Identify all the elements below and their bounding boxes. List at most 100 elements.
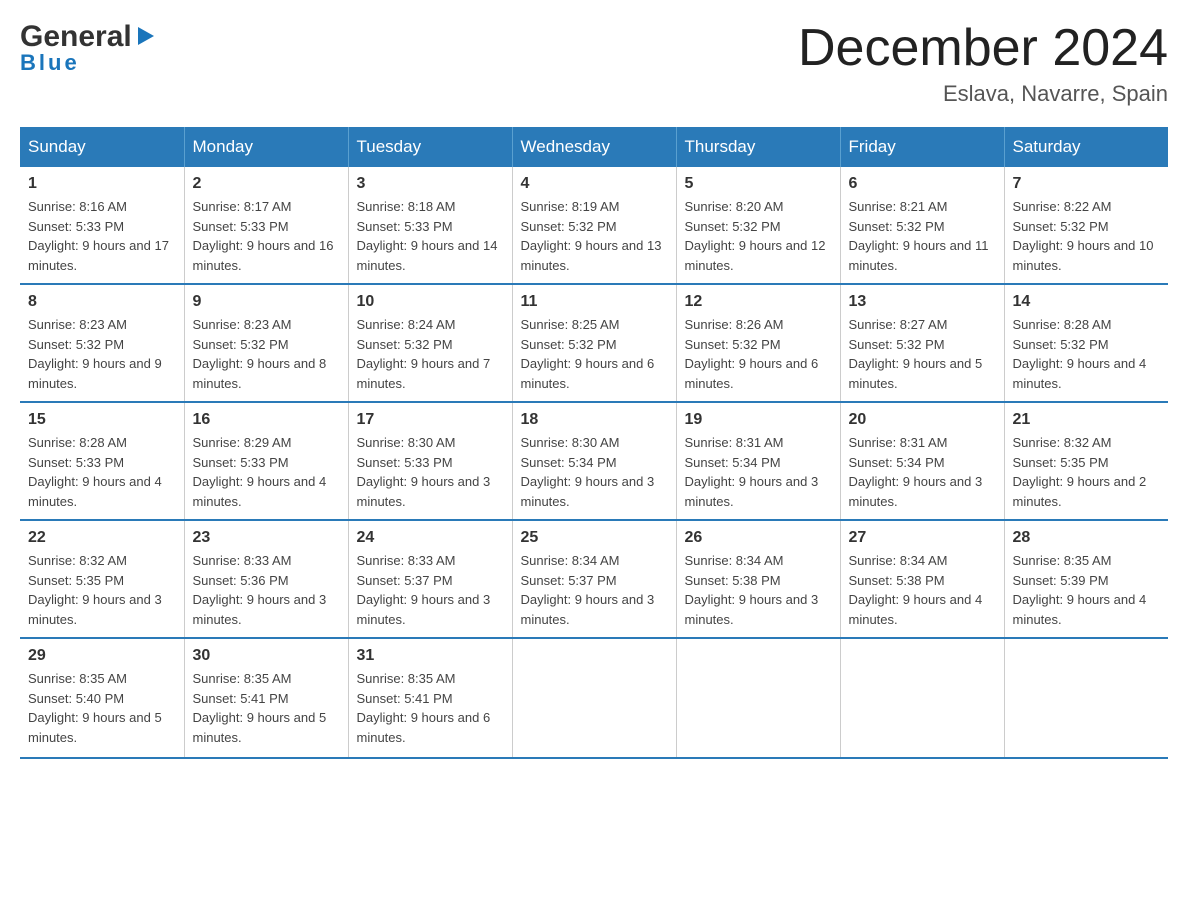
day-info: Sunrise: 8:30 AMSunset: 5:33 PMDaylight:… (357, 433, 504, 511)
calendar-cell: 25 Sunrise: 8:34 AMSunset: 5:37 PMDayligh… (512, 520, 676, 638)
day-number: 5 (685, 175, 832, 193)
day-number: 10 (357, 293, 504, 311)
calendar-cell (1004, 638, 1168, 758)
calendar-cell: 20 Sunrise: 8:31 AMSunset: 5:34 PMDayligh… (840, 402, 1004, 520)
page-title: December 2024 (798, 20, 1168, 77)
header-row: SundayMondayTuesdayWednesdayThursdayFrid… (20, 127, 1168, 167)
title-block: December 2024 Eslava, Navarre, Spain (798, 20, 1168, 107)
day-number: 16 (193, 411, 340, 429)
calendar-cell (840, 638, 1004, 758)
day-number: 2 (193, 175, 340, 193)
day-number: 4 (521, 175, 668, 193)
calendar-cell (512, 638, 676, 758)
calendar-cell: 10 Sunrise: 8:24 AMSunset: 5:32 PMDayligh… (348, 284, 512, 402)
logo-arrow-icon (134, 25, 156, 52)
day-number: 24 (357, 529, 504, 547)
day-info: Sunrise: 8:28 AMSunset: 5:32 PMDaylight:… (1013, 315, 1161, 393)
week-row-3: 15Sunrise: 8:28 AMSunset: 5:33 PMDayligh… (20, 402, 1168, 520)
day-number: 27 (849, 529, 996, 547)
day-info: Sunrise: 8:23 AMSunset: 5:32 PMDaylight:… (193, 315, 340, 393)
calendar-cell: 22 Sunrise: 8:32 AMSunset: 5:35 PMDayligh… (20, 520, 184, 638)
header-day-wednesday: Wednesday (512, 127, 676, 167)
calendar-cell: 30Sunrise: 8:35 AMSunset: 5:41 PMDayligh… (184, 638, 348, 758)
calendar-cell: 23 Sunrise: 8:33 AMSunset: 5:36 PMDayligh… (184, 520, 348, 638)
day-number: 6 (849, 175, 996, 193)
day-info: Sunrise: 8:31 AMSunset: 5:34 PMDaylight:… (849, 433, 996, 511)
calendar-body: 1Sunrise: 8:16 AMSunset: 5:33 PMDaylight… (20, 167, 1168, 758)
calendar-cell: 29 Sunrise: 8:35 AMSunset: 5:40 PMDayligh… (20, 638, 184, 758)
calendar-cell: 3Sunrise: 8:18 AMSunset: 5:33 PMDaylight… (348, 167, 512, 284)
day-number: 17 (357, 411, 504, 429)
day-number: 19 (685, 411, 832, 429)
calendar-cell: 31Sunrise: 8:35 AMSunset: 5:41 PMDayligh… (348, 638, 512, 758)
calendar-cell: 14 Sunrise: 8:28 AMSunset: 5:32 PMDayligh… (1004, 284, 1168, 402)
day-info: Sunrise: 8:22 AMSunset: 5:32 PMDaylight:… (1013, 197, 1161, 275)
logo-blue: Blue (20, 50, 80, 76)
calendar-cell: 1Sunrise: 8:16 AMSunset: 5:33 PMDaylight… (20, 167, 184, 284)
day-info: Sunrise: 8:33 AMSunset: 5:36 PMDaylight:… (193, 551, 340, 629)
day-info: Sunrise: 8:35 AMSunset: 5:39 PMDaylight:… (1013, 551, 1161, 629)
day-number: 23 (193, 529, 340, 547)
page-header: General Blue December 2024 Eslava, Navar… (20, 20, 1168, 107)
calendar-cell: 5 Sunrise: 8:20 AMSunset: 5:32 PMDaylight… (676, 167, 840, 284)
day-number: 7 (1013, 175, 1161, 193)
day-number: 29 (28, 647, 176, 665)
header-day-thursday: Thursday (676, 127, 840, 167)
calendar-cell: 12Sunrise: 8:26 AMSunset: 5:32 PMDayligh… (676, 284, 840, 402)
day-number: 14 (1013, 293, 1161, 311)
day-info: Sunrise: 8:26 AMSunset: 5:32 PMDaylight:… (685, 315, 832, 393)
day-info: Sunrise: 8:24 AMSunset: 5:32 PMDaylight:… (357, 315, 504, 393)
day-info: Sunrise: 8:33 AMSunset: 5:37 PMDaylight:… (357, 551, 504, 629)
day-info: Sunrise: 8:18 AMSunset: 5:33 PMDaylight:… (357, 197, 504, 275)
calendar-cell: 9 Sunrise: 8:23 AMSunset: 5:32 PMDaylight… (184, 284, 348, 402)
calendar-cell: 7 Sunrise: 8:22 AMSunset: 5:32 PMDaylight… (1004, 167, 1168, 284)
calendar-cell: 19Sunrise: 8:31 AMSunset: 5:34 PMDayligh… (676, 402, 840, 520)
week-row-5: 29 Sunrise: 8:35 AMSunset: 5:40 PMDayligh… (20, 638, 1168, 758)
day-info: Sunrise: 8:35 AMSunset: 5:40 PMDaylight:… (28, 669, 176, 747)
day-number: 31 (357, 647, 504, 665)
day-number: 25 (521, 529, 668, 547)
calendar-cell: 26Sunrise: 8:34 AMSunset: 5:38 PMDayligh… (676, 520, 840, 638)
week-row-1: 1Sunrise: 8:16 AMSunset: 5:33 PMDaylight… (20, 167, 1168, 284)
calendar-cell: 17 Sunrise: 8:30 AMSunset: 5:33 PMDayligh… (348, 402, 512, 520)
header-day-friday: Friday (840, 127, 1004, 167)
logo: General Blue (20, 20, 156, 76)
day-number: 9 (193, 293, 340, 311)
day-info: Sunrise: 8:20 AMSunset: 5:32 PMDaylight:… (685, 197, 832, 275)
day-info: Sunrise: 8:29 AMSunset: 5:33 PMDaylight:… (193, 433, 340, 511)
day-info: Sunrise: 8:17 AMSunset: 5:33 PMDaylight:… (193, 197, 340, 275)
calendar-table: SundayMondayTuesdayWednesdayThursdayFrid… (20, 127, 1168, 759)
day-number: 20 (849, 411, 996, 429)
day-info: Sunrise: 8:28 AMSunset: 5:33 PMDaylight:… (28, 433, 176, 511)
header-day-monday: Monday (184, 127, 348, 167)
calendar-cell: 13 Sunrise: 8:27 AMSunset: 5:32 PMDayligh… (840, 284, 1004, 402)
day-number: 26 (685, 529, 832, 547)
calendar-cell: 8 Sunrise: 8:23 AMSunset: 5:32 PMDaylight… (20, 284, 184, 402)
day-info: Sunrise: 8:27 AMSunset: 5:32 PMDaylight:… (849, 315, 996, 393)
week-row-2: 8 Sunrise: 8:23 AMSunset: 5:32 PMDaylight… (20, 284, 1168, 402)
day-number: 13 (849, 293, 996, 311)
header-day-sunday: Sunday (20, 127, 184, 167)
calendar-cell (676, 638, 840, 758)
day-number: 8 (28, 293, 176, 311)
day-info: Sunrise: 8:35 AMSunset: 5:41 PMDaylight:… (193, 669, 340, 747)
calendar-cell: 2 Sunrise: 8:17 AMSunset: 5:33 PMDaylight… (184, 167, 348, 284)
calendar-cell: 18Sunrise: 8:30 AMSunset: 5:34 PMDayligh… (512, 402, 676, 520)
day-info: Sunrise: 8:34 AMSunset: 5:38 PMDaylight:… (849, 551, 996, 629)
day-info: Sunrise: 8:21 AMSunset: 5:32 PMDaylight:… (849, 197, 996, 275)
day-info: Sunrise: 8:32 AMSunset: 5:35 PMDaylight:… (1013, 433, 1161, 511)
day-info: Sunrise: 8:34 AMSunset: 5:37 PMDaylight:… (521, 551, 668, 629)
day-info: Sunrise: 8:23 AMSunset: 5:32 PMDaylight:… (28, 315, 176, 393)
logo-general: General (20, 20, 132, 54)
day-info: Sunrise: 8:25 AMSunset: 5:32 PMDaylight:… (521, 315, 668, 393)
day-info: Sunrise: 8:16 AMSunset: 5:33 PMDaylight:… (28, 197, 176, 275)
day-number: 28 (1013, 529, 1161, 547)
calendar-cell: 11Sunrise: 8:25 AMSunset: 5:32 PMDayligh… (512, 284, 676, 402)
day-number: 22 (28, 529, 176, 547)
calendar-cell: 4 Sunrise: 8:19 AMSunset: 5:32 PMDaylight… (512, 167, 676, 284)
day-info: Sunrise: 8:19 AMSunset: 5:32 PMDaylight:… (521, 197, 668, 275)
header-day-tuesday: Tuesday (348, 127, 512, 167)
day-info: Sunrise: 8:30 AMSunset: 5:34 PMDaylight:… (521, 433, 668, 511)
day-info: Sunrise: 8:32 AMSunset: 5:35 PMDaylight:… (28, 551, 176, 629)
calendar-cell: 24 Sunrise: 8:33 AMSunset: 5:37 PMDayligh… (348, 520, 512, 638)
